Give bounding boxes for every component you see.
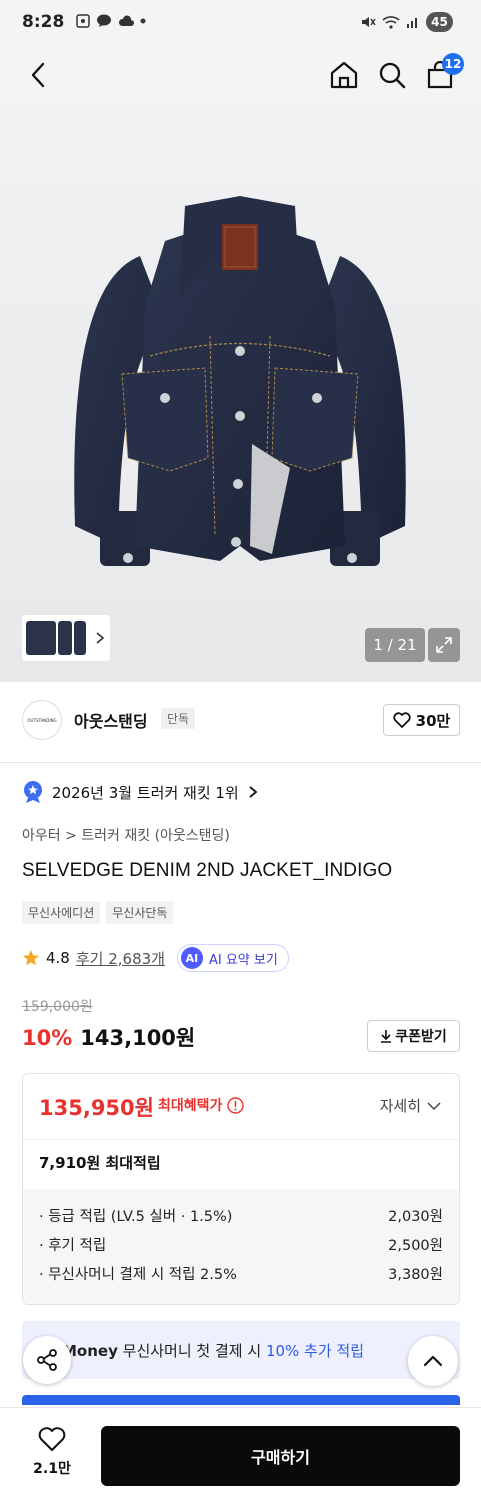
talk-icon: [97, 14, 111, 27]
image-counter: 1 / 21: [365, 628, 425, 662]
ranking-badge-icon: [24, 781, 42, 803]
product-title: SELVEDGE DENIM 2ND JACKET_INDIGO: [22, 860, 393, 881]
wifi-icon: [382, 16, 400, 29]
product-tag: 무신사에디션: [22, 901, 101, 924]
points-row-value: 3,380원: [388, 1267, 443, 1283]
money-banner-text: Money 무신사머니 첫 결제 시 10% 추가 적립: [62, 1340, 364, 1361]
wishlist-button[interactable]: 2.1만: [22, 1426, 82, 1478]
detail-label: 자세히: [379, 1097, 421, 1115]
cloud-icon: [118, 15, 134, 26]
product-tag: 무신사단독: [106, 901, 174, 924]
coupon-button[interactable]: 쿠폰받기: [367, 1020, 460, 1052]
original-price: 159,000원: [22, 999, 93, 1015]
max-benefit-label: 최대혜택가: [158, 1098, 223, 1114]
ai-badge-icon: AI: [180, 947, 203, 969]
thumbnail-2[interactable]: [58, 621, 72, 655]
max-points-total: 7,910원 최대적립: [39, 1154, 161, 1172]
price-row: 10% 143,100원: [22, 1022, 195, 1052]
search-icon: [379, 62, 406, 89]
review-count-link[interactable]: 후기 2,683개: [76, 948, 165, 969]
thumbnail-1[interactable]: [26, 621, 56, 655]
discount-rate: 10%: [22, 1026, 73, 1050]
ranking-link[interactable]: 2026년 3월 트러커 재킷 1위: [22, 780, 259, 804]
info-icon[interactable]: [227, 1096, 245, 1114]
brand-name[interactable]: 아웃스탠딩: [74, 708, 148, 732]
thumbnail-3[interactable]: [74, 621, 86, 655]
points-row-label: · 무신사머니 결제 시 적립 2.5%: [39, 1267, 237, 1283]
chevron-right-icon: [96, 632, 105, 644]
home-icon: [330, 61, 358, 89]
buy-button[interactable]: 구매하기: [101, 1426, 460, 1486]
money-highlight: 10% 추가 적립: [265, 1342, 365, 1360]
ranking-text: 2026년 3월 트러커 재킷 1위: [52, 783, 239, 802]
brand-like-button[interactable]: 30만: [383, 704, 460, 736]
screenshot-icon: [76, 14, 90, 28]
points-row: · 무신사머니 결제 시 적립 2.5% 3,380원: [39, 1263, 443, 1292]
scroll-top-button[interactable]: [408, 1336, 458, 1386]
brand-like-count: 30만: [415, 711, 451, 730]
brand-logo-text: OUTSTANDING: [27, 717, 57, 723]
wishlist-count: 2.1만: [33, 1461, 71, 1477]
divider: [0, 762, 481, 763]
expand-icon: [436, 637, 452, 653]
dot-icon: [140, 18, 146, 24]
battery-indicator: 45: [426, 12, 453, 32]
rating-score: 4.8: [46, 949, 70, 967]
divider: [23, 1139, 459, 1140]
chevron-left-icon: [31, 62, 45, 88]
brand-row: OUTSTANDING 아웃스탠딩 단독 30만: [0, 682, 481, 762]
category-breadcrumb[interactable]: 아우터 > 트러커 재킷 (아웃스탠딩): [22, 825, 230, 845]
sale-price: 143,100원: [80, 1026, 196, 1050]
product-tags: 무신사에디션 무신사단독: [22, 901, 174, 924]
points-breakdown: · 등급 적립 (LV.5 실버 · 1.5%) 2,030원 · 후기 적립 …: [23, 1189, 459, 1304]
star-icon: [23, 950, 39, 966]
status-notification-icons: [76, 14, 146, 28]
back-button[interactable]: [16, 53, 60, 97]
points-row-value: 2,030원: [388, 1209, 443, 1225]
status-time: 8:28: [22, 12, 65, 32]
top-navigation: 12: [0, 44, 481, 106]
points-row-label: · 등급 적립 (LV.5 실버 · 1.5%): [39, 1209, 233, 1225]
denim-jacket-image: [0, 106, 481, 682]
mute-icon: [362, 17, 376, 27]
brand-logo[interactable]: OUTSTANDING: [22, 700, 62, 740]
product-image[interactable]: [0, 106, 481, 682]
ai-summary-button[interactable]: AI AI 요약 보기: [176, 944, 289, 972]
benefit-detail-toggle[interactable]: 자세히: [380, 1095, 441, 1116]
search-button[interactable]: [370, 53, 414, 97]
max-benefit-price: 135,950원: [39, 1096, 154, 1120]
points-row: · 후기 적립 2,500원: [39, 1234, 443, 1263]
status-bar: 8:28 45: [0, 0, 481, 44]
chevron-up-icon: [423, 1355, 443, 1367]
share-icon: [37, 1349, 57, 1371]
exclusive-tag: 단독: [161, 708, 196, 729]
status-system-icons: 45: [360, 12, 453, 32]
coupon-label: 쿠폰받기: [395, 1029, 447, 1045]
home-button[interactable]: [322, 53, 366, 97]
chevron-right-icon: [249, 786, 258, 798]
partial-blue-button[interactable]: [22, 1395, 460, 1405]
max-benefit-label-row: 최대혜택가: [158, 1095, 245, 1115]
bottom-action-bar: 2.1만 구매하기: [0, 1407, 481, 1500]
musinsa-money-banner[interactable]: Money 무신사머니 첫 결제 시 10% 추가 적립: [22, 1321, 460, 1379]
points-row-value: 2,500원: [388, 1238, 443, 1254]
share-button[interactable]: [23, 1336, 71, 1384]
points-row: · 등급 적립 (LV.5 실버 · 1.5%) 2,030원: [39, 1205, 443, 1234]
heart-icon: [393, 712, 411, 728]
chevron-down-icon: [427, 1101, 441, 1110]
fullscreen-button[interactable]: [428, 628, 460, 662]
heart-icon: [38, 1427, 66, 1451]
points-row-label: · 후기 적립: [39, 1238, 107, 1254]
cart-count-badge: 12: [442, 53, 464, 75]
rating-row: 4.8 후기 2,683개 AI AI 요약 보기: [22, 944, 289, 972]
ai-summary-label: AI 요약 보기: [208, 952, 278, 968]
download-icon: [381, 1030, 392, 1043]
max-benefit-box: 135,950원 최대혜택가 자세히 7,910원 최대적립 · 등급 적립 (…: [22, 1073, 460, 1305]
signal-icon: [407, 18, 417, 28]
cart-button[interactable]: 12: [418, 53, 464, 97]
image-thumbnail-strip[interactable]: [22, 615, 110, 661]
money-text: 무신사머니 첫 결제 시: [122, 1342, 262, 1360]
